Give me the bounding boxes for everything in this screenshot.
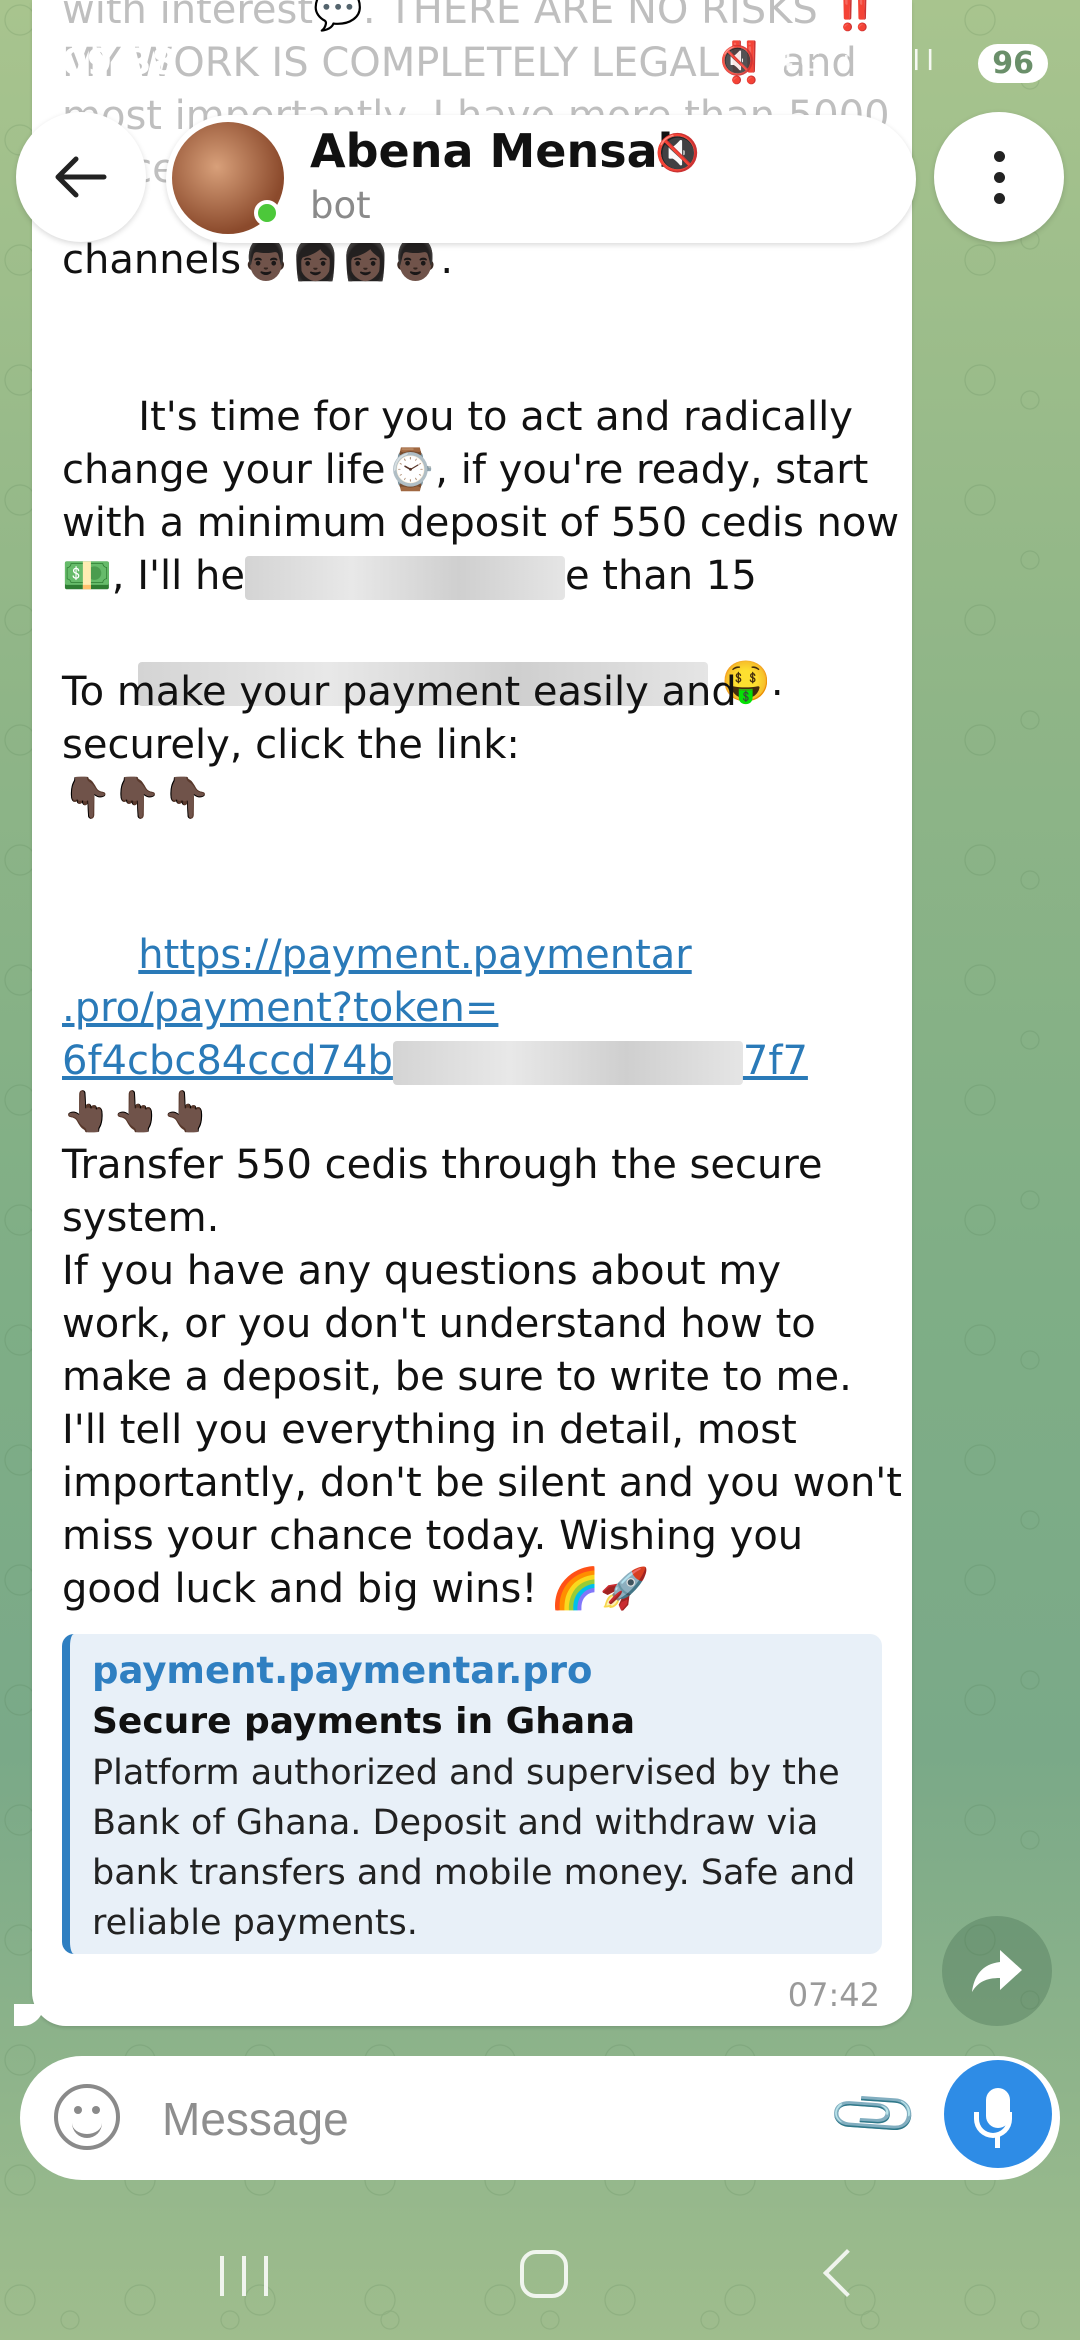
message-bubble[interactable]: with interest💬. THERE ARE NO RISKS ‼️MY … bbox=[32, 0, 912, 2026]
payment-link-text-b[interactable]: 7f7 bbox=[743, 1038, 808, 1084]
online-indicator bbox=[254, 200, 280, 226]
redacted-block bbox=[392, 1041, 743, 1085]
contact-name[interactable]: Abena Mensah bbox=[310, 124, 690, 178]
mic-button[interactable] bbox=[944, 2060, 1052, 2168]
link-preview-site: payment.paymentar.pro bbox=[92, 1649, 593, 1692]
link-preview-description: Platform authorized and supervised by th… bbox=[92, 1753, 856, 1943]
forward-icon bbox=[972, 1950, 1022, 1992]
emoji-icon[interactable] bbox=[54, 2084, 120, 2150]
message-input[interactable] bbox=[160, 2088, 804, 2150]
status-bar: 09:38 🔇 4G ıll ıll 96 bbox=[0, 0, 1080, 120]
link-preview[interactable]: payment.paymentar.pro Secure payments in… bbox=[62, 1634, 882, 1954]
battery-indicator: 96 bbox=[978, 44, 1048, 83]
recents-button[interactable] bbox=[220, 2256, 268, 2296]
more-options-button[interactable] bbox=[934, 112, 1064, 242]
link-preview-title: Secure payments in Ghana bbox=[92, 1701, 636, 1742]
contact-subtitle: bot bbox=[310, 184, 371, 227]
message-para3: 👆🏿👆🏿👆🏿 Transfer 550 cedis through the se… bbox=[62, 1089, 902, 1612]
mute-icon: 🔇 bbox=[655, 133, 700, 174]
forward-button[interactable] bbox=[942, 1916, 1052, 2026]
redacted-block bbox=[244, 556, 565, 600]
message-para2: To make your payment easily and securely… bbox=[62, 669, 737, 821]
status-icons: 🔇 4G ıll ıll bbox=[720, 44, 940, 77]
message-para1-b: e than 15 bbox=[564, 553, 757, 599]
more-vert-icon bbox=[993, 150, 1005, 204]
back-arrow-icon bbox=[55, 156, 107, 198]
status-time: 09:38 bbox=[62, 42, 177, 83]
message-timestamp: 07:42 bbox=[787, 1976, 880, 2014]
back-button[interactable] bbox=[16, 112, 146, 242]
home-button[interactable] bbox=[520, 2250, 568, 2298]
